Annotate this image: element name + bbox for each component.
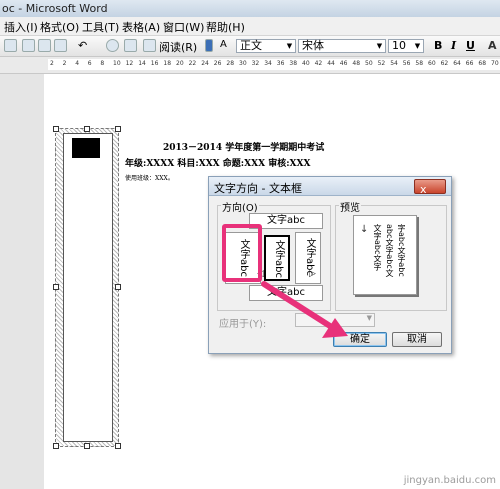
arrow-annotation	[261, 281, 348, 338]
watermark: jingyan.baidu.com	[403, 475, 496, 486]
arrow-shaft	[261, 281, 333, 329]
